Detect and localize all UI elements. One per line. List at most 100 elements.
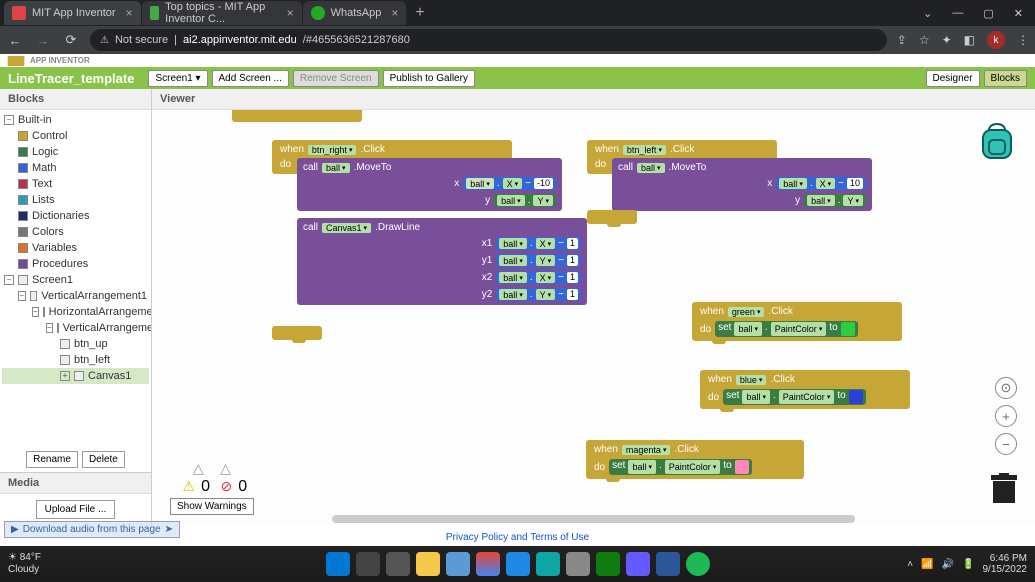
start-icon[interactable] <box>326 552 350 576</box>
cat-logic[interactable]: Logic <box>2 144 149 160</box>
cat-control[interactable]: Control <box>2 128 149 144</box>
share-icon[interactable]: ⇪ <box>897 33 907 47</box>
cat-variables[interactable]: Variables <box>2 240 149 256</box>
collapse-icon[interactable]: − <box>4 115 14 125</box>
chevron-down-icon[interactable]: ⌄ <box>923 7 932 20</box>
component-item[interactable]: −VerticalArrangement1 <box>2 288 149 304</box>
app-icon[interactable] <box>536 552 560 576</box>
cat-math[interactable]: Math <box>2 160 149 176</box>
tab-whatsapp[interactable]: WhatsApp × <box>303 1 407 25</box>
warnings-area: △ △ ⚠0 ⊘0 Show Warnings <box>170 460 254 515</box>
browser-tab-bar: MIT App Inventor × Top topics - MIT App … <box>0 0 1035 26</box>
maximize-icon[interactable]: ▢ <box>983 7 993 20</box>
project-title: LineTracer_template <box>8 71 134 86</box>
privacy-link[interactable]: Privacy Policy and Terms of Use <box>446 532 589 543</box>
designer-tab[interactable]: Designer <box>926 70 980 87</box>
menu-icon[interactable]: ⋮ <box>1017 33 1029 47</box>
cat-text[interactable]: Text <box>2 176 149 192</box>
xbox-icon[interactable] <box>596 552 620 576</box>
remove-screen-button[interactable]: Remove Screen <box>293 70 379 87</box>
edge-icon[interactable] <box>506 552 530 576</box>
battery-icon[interactable]: 🔋 <box>962 559 974 570</box>
viewer-head: Viewer <box>152 89 1035 110</box>
new-tab-button[interactable]: + <box>407 4 432 22</box>
trash-icon[interactable] <box>991 473 1017 505</box>
app-icon[interactable]: ◧ <box>964 33 975 47</box>
star-icon[interactable]: ☆ <box>919 33 930 47</box>
cat-dictionaries[interactable]: Dictionaries <box>2 208 149 224</box>
wifi-icon[interactable]: 📶 <box>921 559 933 570</box>
show-warnings-button[interactable]: Show Warnings <box>170 498 254 515</box>
volume-icon[interactable]: 🔊 <box>942 559 954 570</box>
app-icon[interactable] <box>626 552 650 576</box>
publish-button[interactable]: Publish to Gallery <box>383 70 475 87</box>
project-toolbar: LineTracer_template Screen1 ▾ Add Screen… <box>0 67 1035 89</box>
blocks-tree[interactable]: −Built-in Control Logic Math Text Lists … <box>0 110 151 447</box>
block-end[interactable] <box>587 210 637 224</box>
taskview-icon[interactable] <box>386 552 410 576</box>
component-item[interactable]: −VerticalArrangemen <box>2 320 149 336</box>
download-audio-bar[interactable]: ▶ Download audio from this page ➤ <box>4 521 180 538</box>
close-icon[interactable]: × <box>391 6 398 20</box>
forward-button[interactable]: → <box>34 33 52 48</box>
chrome-icon[interactable] <box>476 552 500 576</box>
block-when-blue[interactable]: whenblue.Click do setball.PaintColor to <box>700 370 910 409</box>
search-icon[interactable] <box>356 552 380 576</box>
collapse-icon[interactable]: − <box>4 275 14 285</box>
horizontal-scrollbar[interactable] <box>332 515 855 523</box>
word-icon[interactable] <box>656 552 680 576</box>
cat-colors[interactable]: Colors <box>2 224 149 240</box>
component-item[interactable]: −HorizontalArrangemen <box>2 304 149 320</box>
component-canvas1[interactable]: +Canvas1 <box>2 368 149 384</box>
media-panel-head: Media <box>0 473 151 494</box>
close-icon[interactable]: × <box>126 6 133 20</box>
block-when-magenta[interactable]: whenmagenta.Click do setball.PaintColor … <box>586 440 804 479</box>
reload-button[interactable]: ⟳ <box>62 32 80 48</box>
rename-button[interactable]: Rename <box>26 451 78 468</box>
close-icon[interactable]: × <box>287 6 294 20</box>
explorer-icon[interactable] <box>416 552 440 576</box>
component-item[interactable]: btn_up <box>2 336 149 352</box>
clock[interactable]: 6:46 PM 9/15/2022 <box>983 553 1028 575</box>
block-call-moveto-left[interactable]: callball.MoveTo x ball.X − 10 y ball.Y <box>612 158 872 211</box>
block-call-moveto-right[interactable]: callball.MoveTo x ball.X − -10 y ball.Y <box>297 158 562 211</box>
delete-button[interactable]: Delete <box>82 451 125 468</box>
warning-up-icon[interactable]: △ <box>193 460 204 477</box>
extensions-icon[interactable]: ✦ <box>942 33 952 47</box>
tab-appinventor[interactable]: MIT App Inventor × <box>4 1 141 25</box>
spotify-icon[interactable] <box>686 552 710 576</box>
component-item[interactable]: btn_left <box>2 352 149 368</box>
minimize-icon[interactable]: ― <box>952 7 963 20</box>
profile-icon[interactable]: k <box>987 31 1005 49</box>
add-screen-button[interactable]: Add Screen ... <box>212 70 289 87</box>
block-fragment[interactable] <box>232 110 362 122</box>
blocks-canvas[interactable]: whenbtn_right.Click do callball.MoveTo x… <box>152 110 1035 525</box>
app-logo-icon <box>6 56 26 66</box>
url-input[interactable]: ⚠ Not secure | ai2.appinventor.mit.edu/#… <box>90 29 887 51</box>
recenter-button[interactable]: ⊙ <box>995 377 1017 399</box>
sys-chevron-icon[interactable]: ˄ <box>907 559 913 570</box>
app-header: APP INVENTOR <box>0 54 1035 67</box>
close-window-icon[interactable]: ✕ <box>1014 7 1023 20</box>
block-end[interactable] <box>272 326 322 340</box>
error-up-icon[interactable]: △ <box>220 460 231 477</box>
zoom-out-button[interactable]: − <box>995 433 1017 455</box>
blocks-panel-head: Blocks <box>0 89 151 110</box>
left-panel: Blocks −Built-in Control Logic Math Text… <box>0 89 152 525</box>
windows-taskbar: ☀ 84°F Cloudy ˄ 📶 🔊 🔋 6:46 PM 9/15/2022 <box>0 546 1035 582</box>
block-when-green[interactable]: whengreen.Click do setball.PaintColor to <box>692 302 902 341</box>
tab-community[interactable]: Top topics - MIT App Inventor C... × <box>142 1 302 25</box>
back-button[interactable]: ← <box>6 33 24 48</box>
weather-widget[interactable]: ☀ 84°F Cloudy <box>0 552 49 576</box>
zoom-controls: ⊙ + − <box>995 377 1017 455</box>
upload-file-button[interactable]: Upload File ... <box>36 500 116 519</box>
cat-lists[interactable]: Lists <box>2 192 149 208</box>
backpack-icon[interactable] <box>979 120 1015 160</box>
block-call-drawline[interactable]: callCanvas1.DrawLine x1ball.X − 1 y1ball… <box>297 218 587 305</box>
cat-procedures[interactable]: Procedures <box>2 256 149 272</box>
zoom-in-button[interactable]: + <box>995 405 1017 427</box>
app-icon[interactable] <box>566 552 590 576</box>
settings-icon[interactable] <box>446 552 470 576</box>
screen-dropdown[interactable]: Screen1 ▾ <box>148 70 207 87</box>
blocks-tab[interactable]: Blocks <box>984 70 1027 87</box>
